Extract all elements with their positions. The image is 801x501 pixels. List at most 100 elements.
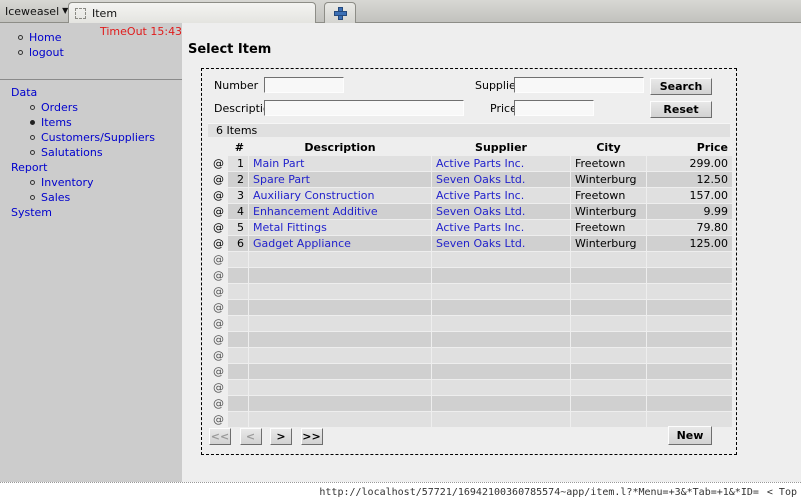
cell-supplier-link[interactable]: Seven Oaks Ltd. — [436, 205, 525, 218]
cell-description[interactable]: Auxiliary Construction — [249, 188, 431, 203]
sidebar-item-sales[interactable]: Sales — [0, 190, 182, 205]
cell-description[interactable]: Enhancement Additive — [249, 204, 431, 219]
row-open-icon[interactable]: @ — [209, 268, 227, 283]
sidebar-item-logout[interactable]: logout — [0, 45, 182, 60]
table-row[interactable]: @4 Enhancement Additive Seven Oaks Ltd. Win… — [209, 204, 732, 219]
last-page-button[interactable]: >> — [300, 428, 323, 445]
table-row-empty[interactable]: @ — [209, 412, 732, 427]
table-row-empty[interactable]: @ — [209, 364, 732, 379]
sidebar-item-salutations[interactable]: Salutations — [0, 145, 182, 160]
cell-description-link[interactable]: Enhancement Additive — [253, 205, 378, 218]
row-open-icon[interactable]: @ — [209, 284, 227, 299]
cell-supplier[interactable]: Active Parts Inc. — [432, 188, 570, 203]
pagination-controls: << < > >> — [209, 428, 328, 445]
table-body: @1 Main Part Active Parts Inc. Freetown 299.… — [209, 156, 732, 427]
cell-description — [249, 364, 431, 379]
table-row[interactable]: @1 Main Part Active Parts Inc. Freetown 299.… — [209, 156, 732, 171]
cell-price — [647, 396, 732, 411]
supplier-input[interactable] — [514, 77, 644, 93]
row-open-icon[interactable]: @ — [209, 220, 227, 235]
row-open-icon[interactable]: @ — [209, 396, 227, 411]
sidebar-item-items[interactable]: Items — [0, 115, 182, 130]
cell-supplier-link[interactable]: Seven Oaks Ltd. — [436, 173, 525, 186]
cell-description-link[interactable]: Gadget Appliance — [253, 237, 351, 250]
sidebar-group-report[interactable]: Report — [0, 160, 182, 175]
sidebar-group-system[interactable]: System — [0, 205, 182, 220]
row-open-icon[interactable]: @ — [209, 252, 227, 267]
cell-supplier[interactable]: Seven Oaks Ltd. — [432, 204, 570, 219]
cell-description[interactable]: Main Part — [249, 156, 431, 171]
row-open-icon[interactable]: @ — [209, 300, 227, 315]
cell-supplier[interactable]: Seven Oaks Ltd. — [432, 236, 570, 251]
first-page-button[interactable]: << — [209, 428, 231, 445]
cell-description-link[interactable]: Spare Part — [253, 173, 310, 186]
row-open-icon[interactable]: @ — [209, 364, 227, 379]
app-menu-button[interactable]: Iceweasel ▼ — [0, 0, 68, 22]
table-row-empty[interactable]: @ — [209, 252, 732, 267]
table-row-empty[interactable]: @ — [209, 284, 732, 299]
number-input[interactable] — [264, 77, 344, 93]
sidebar-group-data[interactable]: Data — [0, 85, 182, 100]
cell-description-link[interactable]: Auxiliary Construction — [253, 189, 374, 202]
cell-price — [647, 300, 732, 315]
search-button[interactable]: Search — [650, 78, 712, 95]
cell-description-link[interactable]: Main Part — [253, 157, 304, 170]
cell-description — [249, 316, 431, 331]
table-row[interactable]: @6 Gadget Appliance Seven Oaks Ltd. Winterb… — [209, 236, 732, 251]
cell-supplier[interactable]: Active Parts Inc. — [432, 220, 570, 235]
cell-supplier-link[interactable]: Active Parts Inc. — [436, 157, 524, 170]
table-row-empty[interactable]: @ — [209, 316, 732, 331]
cell-description[interactable]: Metal Fittings — [249, 220, 431, 235]
cell-supplier-link[interactable]: Active Parts Inc. — [436, 189, 524, 202]
new-item-button[interactable]: New — [668, 426, 712, 445]
prev-page-button[interactable]: < — [239, 428, 262, 445]
row-open-icon[interactable]: @ — [209, 204, 227, 219]
row-open-icon[interactable]: @ — [209, 412, 227, 427]
sidebar-item-customers-suppliers[interactable]: Customers/Suppliers — [0, 130, 182, 145]
cell-supplier — [432, 396, 570, 411]
cell-supplier[interactable]: Active Parts Inc. — [432, 156, 570, 171]
sidebar-item-inventory[interactable]: Inventory — [0, 175, 182, 190]
table-row-empty[interactable]: @ — [209, 332, 732, 347]
table-row-empty[interactable]: @ — [209, 380, 732, 395]
column-header-supplier[interactable]: Supplier — [432, 140, 570, 155]
cell-supplier[interactable]: Seven Oaks Ltd. — [432, 172, 570, 187]
row-open-icon[interactable]: @ — [209, 172, 227, 187]
row-open-icon[interactable]: @ — [209, 348, 227, 363]
row-open-icon[interactable]: @ — [209, 188, 227, 203]
reset-button[interactable]: Reset — [650, 101, 712, 118]
table-row-empty[interactable]: @ — [209, 396, 732, 411]
row-open-icon[interactable]: @ — [209, 236, 227, 251]
cell-city: Winterburg — [571, 172, 646, 187]
cell-description-link[interactable]: Metal Fittings — [253, 221, 327, 234]
cell-price — [647, 364, 732, 379]
cell-description[interactable]: Spare Part — [249, 172, 431, 187]
table-row-empty[interactable]: @ — [209, 300, 732, 315]
new-tab-button[interactable] — [324, 2, 356, 23]
price-input[interactable] — [514, 100, 594, 116]
row-open-icon[interactable]: @ — [209, 380, 227, 395]
row-open-icon[interactable]: @ — [209, 332, 227, 347]
cell-number — [228, 316, 248, 331]
table-row-empty[interactable]: @ — [209, 268, 732, 283]
top-link[interactable]: < Top — [767, 487, 797, 498]
sidebar-item-orders[interactable]: Orders — [0, 100, 182, 115]
column-header-price[interactable]: Price — [647, 140, 732, 155]
browser-tab-item[interactable]: Item — [68, 2, 316, 23]
next-page-button[interactable]: > — [270, 428, 292, 445]
cell-number: 2 — [228, 172, 248, 187]
cell-supplier-link[interactable]: Seven Oaks Ltd. — [436, 237, 525, 250]
row-open-icon[interactable]: @ — [209, 316, 227, 331]
cell-description[interactable]: Gadget Appliance — [249, 236, 431, 251]
column-header-number[interactable]: # — [228, 140, 248, 155]
table-row[interactable]: @5 Metal Fittings Active Parts Inc. Freetow… — [209, 220, 732, 235]
column-header-city[interactable]: City — [571, 140, 646, 155]
column-header-description[interactable]: Description — [249, 140, 431, 155]
table-row[interactable]: @2 Spare Part Seven Oaks Ltd. Winterburg 12.… — [209, 172, 732, 187]
table-row[interactable]: @3 Auxiliary Construction Active Parts Inc… — [209, 188, 732, 203]
description-input[interactable] — [264, 100, 464, 116]
sidebar-item-home[interactable]: Home — [0, 30, 182, 45]
table-row-empty[interactable]: @ — [209, 348, 732, 363]
cell-supplier-link[interactable]: Active Parts Inc. — [436, 221, 524, 234]
row-open-icon[interactable]: @ — [209, 156, 227, 171]
